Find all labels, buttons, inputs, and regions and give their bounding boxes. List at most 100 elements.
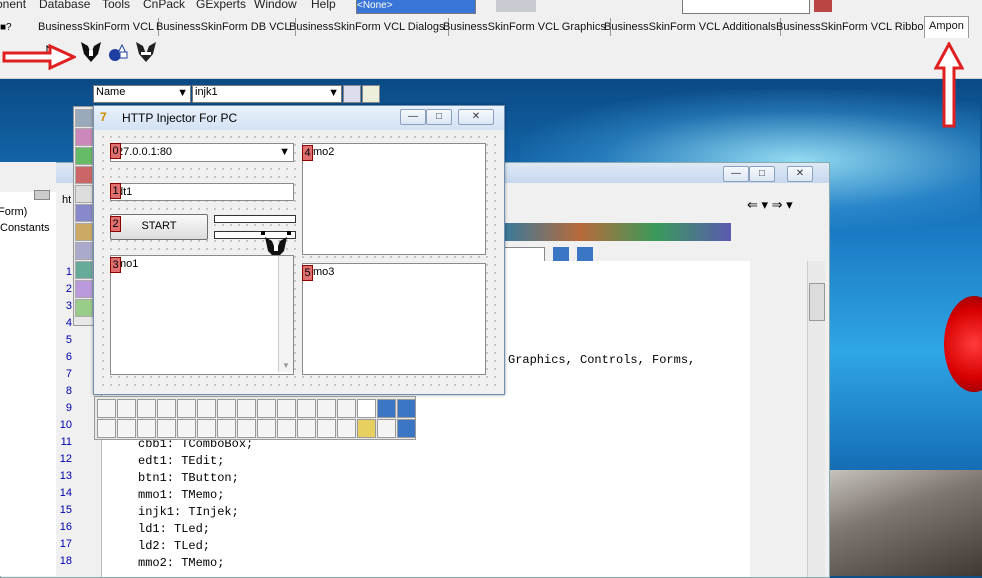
grid-icon[interactable] [397, 399, 416, 418]
property-combo[interactable]: Name ▼ [93, 85, 191, 103]
align-icon[interactable] [157, 399, 176, 418]
tab-businessskinform-ribbon[interactable]: BusinessSkinForm VCL Ribbon [772, 18, 935, 36]
align-icon[interactable] [257, 419, 276, 438]
align-icon[interactable] [257, 399, 276, 418]
form-maximize-button[interactable]: □ [426, 109, 452, 125]
component-combo[interactable]: injk1 ▼ [192, 85, 342, 103]
menu-cnpack[interactable]: CnPack [143, 0, 185, 11]
align-icon[interactable] [97, 399, 116, 418]
editor-tab[interactable]: ht [62, 194, 71, 206]
server-combo[interactable]: 27.0.0.1:80 ▼ [110, 143, 294, 162]
tool-icon[interactable] [75, 280, 93, 298]
align-icon[interactable] [97, 419, 116, 438]
tree-scroll-button[interactable] [34, 190, 50, 200]
align-icon[interactable] [297, 399, 316, 418]
tab-businessskinform-dialogs[interactable]: BusinessSkinForm VCL Dialogs [285, 18, 450, 36]
settings-icon[interactable] [362, 85, 380, 103]
tab-businessskinform-vcl[interactable]: BusinessSkinForm VCL [34, 18, 160, 36]
align-icon[interactable] [197, 419, 216, 438]
tool-icon[interactable] [75, 147, 93, 165]
tool-icon[interactable] [75, 185, 93, 203]
toolbar-combo[interactable] [682, 0, 810, 14]
menu-gexperts[interactable]: GExperts [196, 0, 246, 11]
editor-maximize-button[interactable]: □ [749, 166, 775, 182]
form-close-button[interactable]: ✕ [458, 109, 494, 125]
editor-scroll-thumb[interactable] [809, 283, 825, 321]
memo1-scrollbar[interactable]: ▼ [278, 256, 293, 372]
tree-item[interactable]: Constants [0, 222, 50, 234]
tool-icon[interactable] [75, 109, 93, 127]
copy-icon[interactable] [377, 419, 396, 438]
menu-tools[interactable]: Tools [102, 0, 130, 11]
align-icon[interactable] [117, 419, 136, 438]
tab-ampon[interactable]: Ampon [924, 16, 969, 38]
desktop-layout-combo[interactable]: <None> [356, 0, 476, 14]
help-icon[interactable]: ■? [0, 22, 18, 40]
desktop-wood [826, 470, 982, 576]
tree-item[interactable]: Form) [0, 206, 27, 218]
user-icon[interactable] [343, 85, 361, 103]
grid-icon[interactable] [377, 399, 396, 418]
tab-businessskinform-db-vcl[interactable]: BusinessSkinForm DB VCL [152, 18, 296, 36]
tool-icon[interactable] [75, 261, 93, 279]
experts-toolbar-icons[interactable] [505, 223, 731, 241]
align-icon[interactable] [197, 399, 216, 418]
editor-scrollbar[interactable] [807, 261, 825, 577]
align-icon[interactable] [237, 419, 256, 438]
toolbar-run-icon[interactable] [814, 0, 832, 12]
form-title-bar: 7 HTTP Injector For PC — □ ✕ [94, 106, 504, 130]
tab-businessskinform-additionals[interactable]: BusinessSkinForm VCL Additionals [600, 18, 782, 36]
lock-icon[interactable] [357, 419, 376, 438]
menu-window[interactable]: Window [254, 0, 297, 11]
align-icon[interactable] [137, 419, 156, 438]
form-client-area[interactable]: 27.0.0.1:80 ▼ 0 dt1 1 START 2 injk1 [99, 133, 497, 389]
chevron-down-icon[interactable]: ▼ [282, 361, 290, 370]
tool-icon[interactable] [75, 204, 93, 222]
align-icon[interactable] [277, 419, 296, 438]
menu-database[interactable]: Database [39, 0, 90, 11]
tab-businessskinform-graphics[interactable]: BusinessSkinForm VCL Graphics [439, 18, 611, 36]
align-icon[interactable] [277, 399, 296, 418]
form-designer-window[interactable]: 7 HTTP Injector For PC — □ ✕ 27.0.0.1:80… [93, 105, 505, 395]
align-icon[interactable] [217, 399, 236, 418]
memo2[interactable]: mo2 [302, 143, 486, 255]
align-icon[interactable] [137, 399, 156, 418]
line-number: 18 [59, 555, 72, 567]
toolbar-icons [496, 0, 536, 12]
align-icon[interactable] [117, 399, 136, 418]
tool-icon[interactable] [75, 299, 93, 317]
chevron-down-icon: ▼ [328, 87, 339, 99]
tool-icon[interactable] [75, 242, 93, 260]
align-icon[interactable] [177, 399, 196, 418]
align-icon[interactable] [297, 419, 316, 438]
align-icon[interactable] [317, 419, 336, 438]
editor-close-button[interactable]: ✕ [787, 166, 813, 182]
tool-icon[interactable] [75, 128, 93, 146]
menu-help[interactable]: Help [311, 0, 336, 11]
align-icon[interactable] [157, 419, 176, 438]
align-icon[interactable] [217, 419, 236, 438]
align-icon[interactable] [237, 399, 256, 418]
align-icon[interactable] [337, 419, 356, 438]
tool-icon[interactable] [75, 223, 93, 241]
align-icon[interactable] [177, 419, 196, 438]
edit-field[interactable]: dt1 [110, 183, 294, 201]
form-minimize-button[interactable]: — [400, 109, 426, 125]
injector2-component-icon[interactable] [135, 40, 157, 62]
memo1[interactable]: mo1 ▼ [110, 255, 294, 375]
injector-component-icon[interactable] [80, 40, 102, 62]
alignment-palette [94, 396, 416, 440]
align-icon[interactable] [337, 399, 356, 418]
shapes-component-icon[interactable] [107, 42, 129, 64]
start-button[interactable]: START [110, 214, 208, 240]
back-arrow-icon[interactable]: ⇐ ▾ ⇒ ▾ [747, 197, 793, 213]
line-number: 11 [60, 436, 72, 448]
memo3[interactable]: mo3 [302, 263, 486, 375]
editor-minimize-button[interactable]: — [723, 166, 749, 182]
tool-icon[interactable] [75, 166, 93, 184]
align-icon[interactable] [357, 399, 376, 418]
menu-component[interactable]: onent [0, 0, 26, 11]
line-number: 1 [65, 266, 72, 278]
align-icon[interactable] [317, 399, 336, 418]
grid-icon[interactable] [397, 419, 416, 438]
